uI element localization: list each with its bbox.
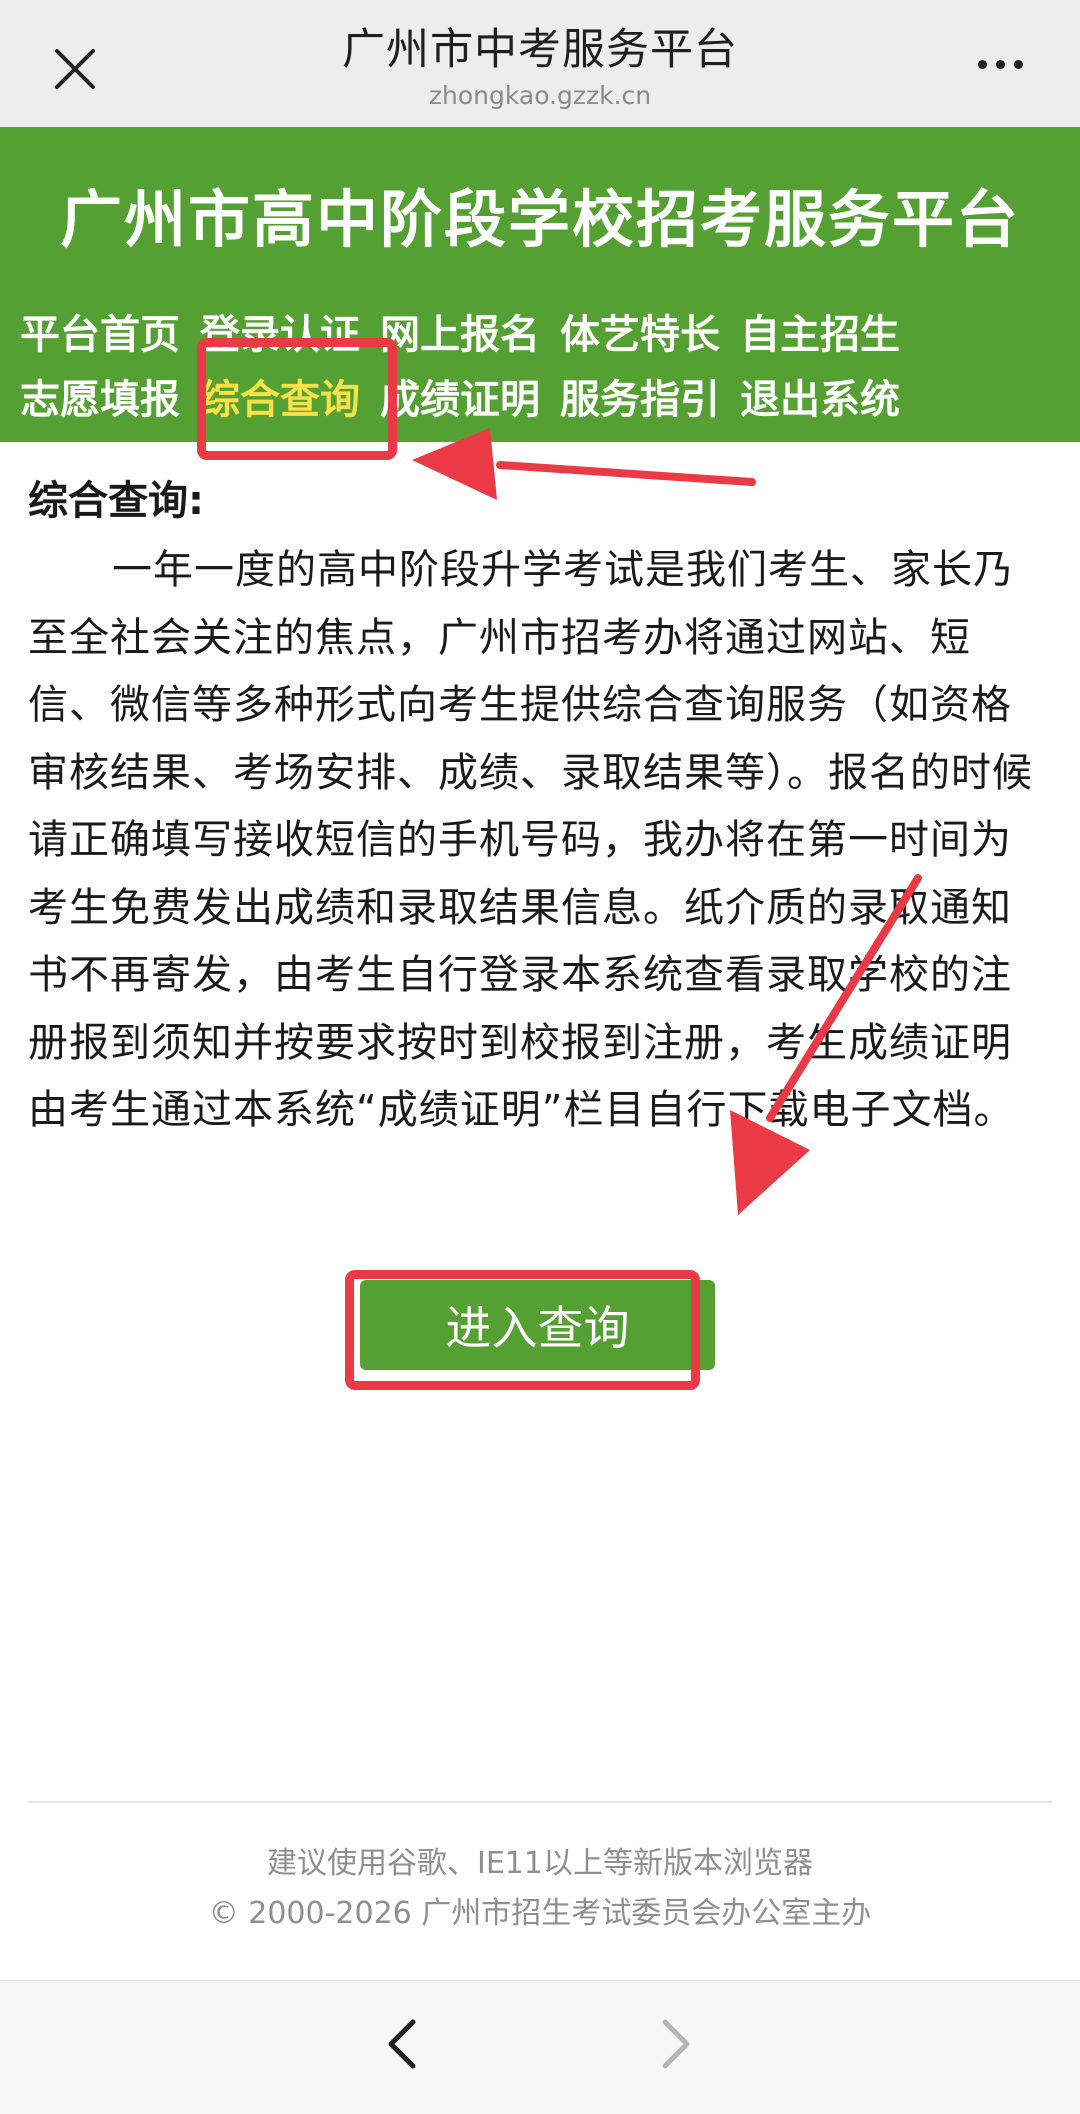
browser-bottom-bar [0,1980,1080,2114]
browser-page-url: zhongkao.gzzk.cn [428,81,652,110]
more-dots-icon[interactable] [960,34,1040,94]
nav-row-2: 志愿填报 综合查询 成绩证明 服务指引 退出系统 [20,367,900,425]
site-title: 广州市高中阶段学校招考服务平台 [59,183,1020,256]
close-icon[interactable] [40,34,110,104]
site-header: 广州市高中阶段学校招考服务平台 平台首页 登录认证 网上报名 体艺特长 自主招生… [0,127,1080,442]
nav-item-service-guide[interactable]: 服务指引 [560,367,720,425]
nav-item-home[interactable]: 平台首页 [20,302,180,360]
nav-item-logout[interactable]: 退出系统 [740,367,900,425]
browser-top-bar: 广州市中考服务平台 zhongkao.gzzk.cn [0,0,1080,127]
intro-paragraph: 一年一度的高中阶段升学考试是我们考生、家长乃至全社会关注的焦点，广州市招考办将通… [28,547,1033,1133]
browser-page-title: 广州市中考服务平台 [342,25,738,75]
section-heading: 综合查询: [28,478,204,524]
highlight-box-nav [197,338,397,460]
highlight-box-button [345,1270,700,1390]
nav-item-preferences[interactable]: 志愿填报 [20,367,180,425]
forward-arrow-icon[interactable] [640,2009,710,2079]
footer-copyright: © 2000-2026 广州市招生考试委员会办公室主办 [208,1896,872,1931]
footer-browser-advice: 建议使用谷歌、IE11以上等新版本浏览器 [267,1846,813,1881]
nav-row-1: 平台首页 登录认证 网上报名 体艺特长 自主招生 [20,302,900,360]
nav-item-registration[interactable]: 网上报名 [380,302,540,360]
footer-divider [28,1801,1052,1803]
nav-item-independent-enrollment[interactable]: 自主招生 [740,302,900,360]
nav-item-score-certificate[interactable]: 成绩证明 [380,367,540,425]
nav-item-arts-sports[interactable]: 体艺特长 [560,302,720,360]
browser-title-block: 广州市中考服务平台 zhongkao.gzzk.cn [190,22,890,112]
back-arrow-icon[interactable] [368,2009,438,2079]
